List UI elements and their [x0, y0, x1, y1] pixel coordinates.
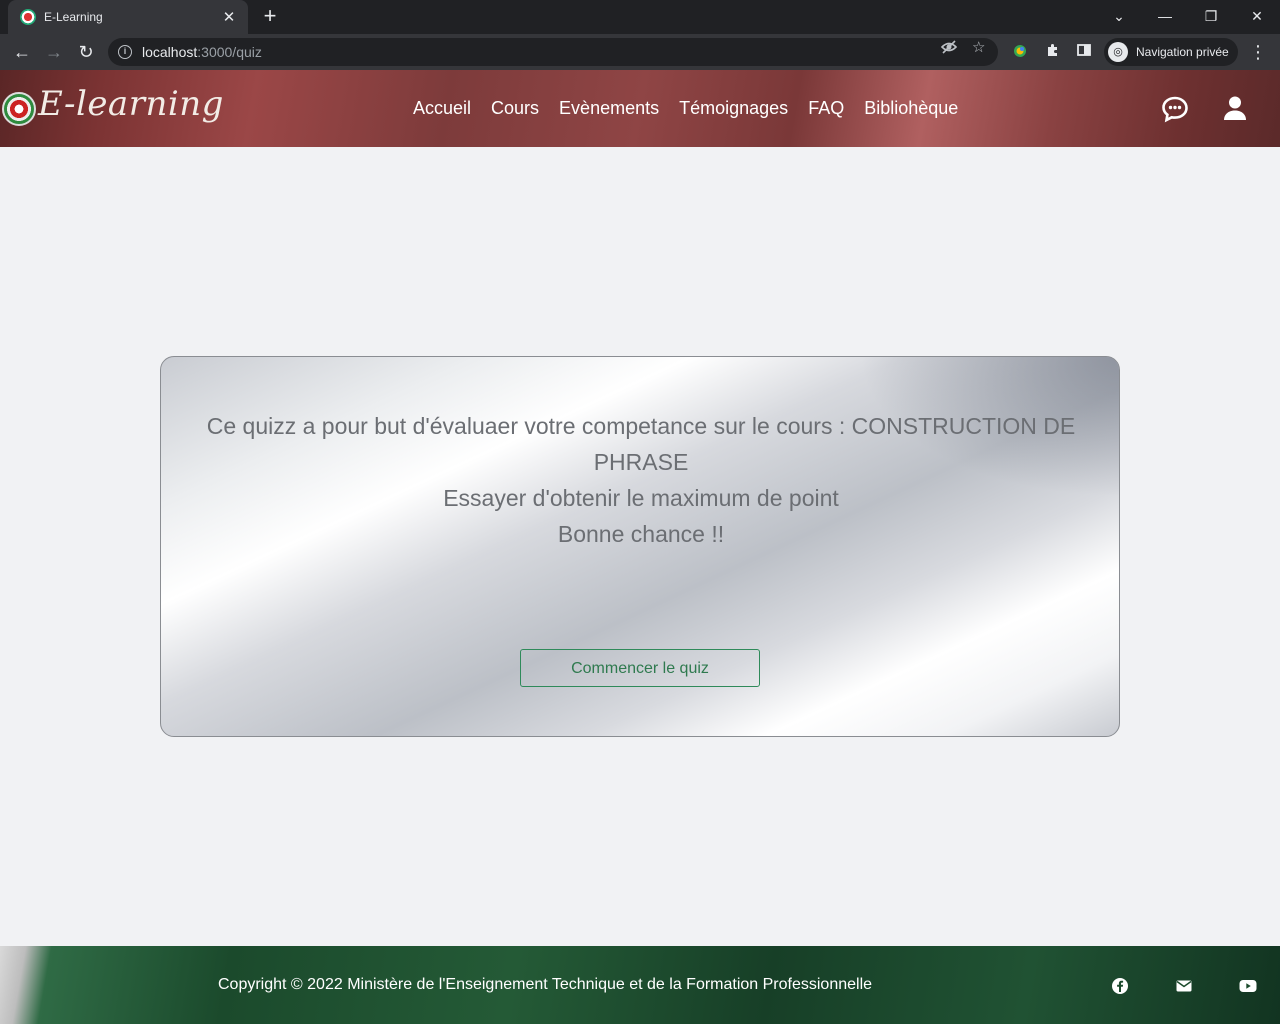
chat-bubble-icon[interactable]	[1161, 95, 1189, 123]
reload-button[interactable]: ↻	[74, 40, 98, 64]
forward-button[interactable]: →	[42, 40, 66, 64]
restore-button[interactable]: ❐	[1197, 5, 1225, 27]
back-button[interactable]: ←	[10, 40, 34, 64]
url-path: :3000/quiz	[197, 44, 262, 60]
tracking-blocked-icon[interactable]	[940, 38, 958, 60]
main-nav: Accueil Cours Evènements Témoignages FAQ…	[413, 98, 978, 119]
quiz-intro-line: Ce quizz a pour but d'évaluaer votre com…	[206, 413, 1076, 475]
nav-link-faq[interactable]: FAQ	[808, 98, 844, 119]
extensions-puzzle-icon[interactable]	[1043, 42, 1063, 62]
extension-colorful-icon[interactable]	[1010, 42, 1030, 62]
ministry-emblem-icon[interactable]	[2, 92, 36, 126]
browser-tab[interactable]: E-Learning ✕	[8, 0, 248, 34]
side-panel-icon[interactable]	[1074, 42, 1094, 62]
tab-title: E-Learning	[44, 10, 103, 24]
quiz-intro-line: Bonne chance !!	[557, 521, 725, 547]
browser-menu-icon[interactable]: ⋮	[1248, 40, 1268, 64]
tab-search-chevron-icon[interactable]: ⌄	[1105, 5, 1133, 27]
youtube-icon[interactable]	[1239, 977, 1257, 995]
user-icon[interactable]	[1222, 95, 1250, 123]
browser-tabstrip: E-Learning ✕ + ⌄ — ❐ ✕	[0, 0, 1280, 34]
incognito-icon: ◎	[1108, 42, 1128, 62]
private-browsing-label: Navigation privée	[1136, 45, 1229, 59]
copyright-text: Copyright © 2022 Ministère de l'Enseigne…	[218, 976, 873, 993]
private-browsing-chip[interactable]: ◎ Navigation privée	[1104, 38, 1238, 66]
quiz-intro-card: Ce quizz a pour but d'évaluaer votre com…	[160, 356, 1120, 737]
quiz-intro-text: Ce quizz a pour but d'évaluaer votre com…	[191, 408, 1091, 552]
site-info-icon[interactable]: i	[118, 45, 132, 59]
start-quiz-button[interactable]: Commencer le quiz	[520, 649, 760, 687]
mail-icon[interactable]	[1175, 977, 1193, 995]
bookmark-star-icon[interactable]: ☆	[972, 38, 985, 56]
site-favicon-icon	[20, 9, 36, 25]
nav-link-bibliotheque[interactable]: Bibliohèque	[864, 98, 958, 119]
nav-link-temoignages[interactable]: Témoignages	[679, 98, 788, 119]
nav-link-cours[interactable]: Cours	[491, 98, 539, 119]
quiz-intro-line: Essayer d'obtenir le maximum de point	[443, 485, 839, 511]
new-tab-button[interactable]: +	[258, 5, 282, 29]
nav-link-accueil[interactable]: Accueil	[413, 98, 471, 119]
address-bar[interactable]: i localhost:3000/quiz	[108, 38, 998, 66]
tab-close-icon[interactable]: ✕	[220, 8, 238, 26]
browser-toolbar: ← → ↻ i localhost:3000/quiz ☆ ◎ Navigati…	[0, 34, 1280, 70]
url-host: localhost	[142, 44, 198, 60]
site-logo[interactable]: E-learning	[38, 84, 224, 124]
site-header: E-learning Accueil Cours Evènements Témo…	[0, 70, 1280, 147]
close-window-button[interactable]: ✕	[1243, 5, 1271, 27]
facebook-icon[interactable]	[1111, 977, 1129, 995]
minimize-button[interactable]: —	[1151, 5, 1179, 27]
nav-link-evenements[interactable]: Evènements	[559, 98, 659, 119]
site-footer: Copyright © 2022 Ministère de l'Enseigne…	[0, 946, 1280, 1024]
